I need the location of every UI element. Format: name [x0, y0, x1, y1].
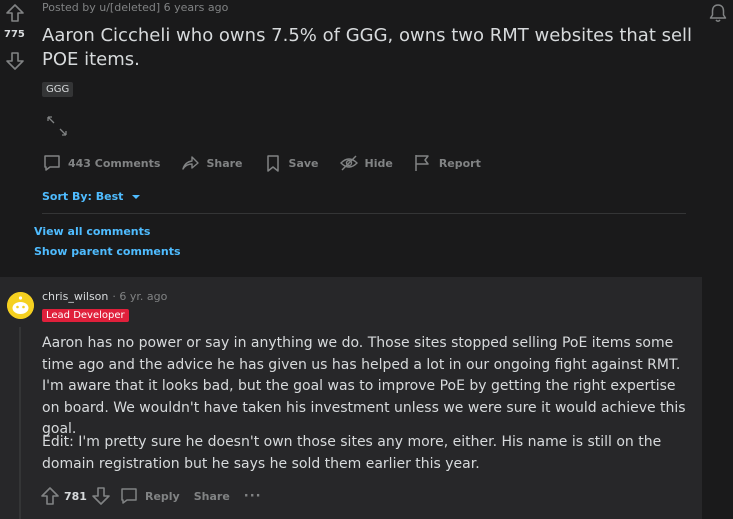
comment-action-bar: 781 Reply Share ···	[40, 486, 262, 506]
comments-label: 443 Comments	[68, 156, 161, 170]
comments-button[interactable]: 443 Comments	[42, 153, 160, 173]
comment-author-row: chris_wilson · 6 yr. ago	[42, 290, 167, 303]
more-options-icon[interactable]: ···	[244, 489, 262, 504]
sort-dropdown[interactable]: Sort By: Best	[42, 190, 141, 203]
comment-paragraph-2: Edit: I'm pretty sure he doesn't own tho…	[42, 434, 662, 472]
reply-button[interactable]: Reply	[119, 486, 180, 506]
flag-icon	[413, 153, 433, 173]
comment-score: 781	[64, 489, 87, 503]
post-title[interactable]: Aaron Ciccheli who owns 7.5% of GGG, own…	[42, 24, 722, 72]
comment-icon	[42, 153, 62, 173]
hide-button[interactable]: Hide	[339, 153, 393, 173]
downvote-icon[interactable]	[5, 51, 25, 71]
save-label: Save	[288, 156, 319, 170]
comment-downvote-icon[interactable]	[91, 486, 111, 506]
bookmark-icon	[263, 153, 283, 173]
sort-label: Sort By: Best	[42, 190, 124, 203]
share-icon	[180, 153, 200, 173]
lead-developer-flair: Lead Developer	[42, 309, 129, 322]
view-all-comments-link[interactable]: View all comments	[34, 225, 150, 238]
comment-username[interactable]: chris_wilson	[42, 290, 108, 303]
avatar[interactable]	[7, 292, 34, 319]
share-label: Share	[206, 156, 243, 170]
divider	[42, 213, 686, 214]
report-button[interactable]: Report	[413, 153, 481, 173]
upvote-icon[interactable]	[5, 3, 25, 23]
caret-down-icon	[131, 193, 141, 201]
bell-icon[interactable]	[707, 2, 729, 24]
report-label: Report	[438, 156, 481, 170]
hide-eye-icon	[339, 153, 359, 173]
expand-icon[interactable]	[46, 115, 68, 137]
post-score: 775	[4, 29, 25, 40]
post-meta: Posted by u/[deleted] 6 years ago	[42, 1, 229, 14]
save-button[interactable]: Save	[263, 153, 319, 173]
comment-paragraph-1: Aaron has no power or say in anything we…	[42, 335, 686, 437]
post-action-bar: 443 Comments Share Save Hide Report	[42, 152, 501, 174]
comment-timestamp: · 6 yr. ago	[112, 290, 168, 303]
share-button[interactable]: Share	[180, 153, 243, 173]
comment-upvote-icon[interactable]	[40, 486, 60, 506]
hide-label: Hide	[364, 156, 393, 170]
show-parent-comments-link[interactable]: Show parent comments	[34, 245, 181, 258]
post-flair[interactable]: GGG	[42, 82, 74, 97]
thread-line[interactable]	[19, 327, 21, 519]
comment-share-button[interactable]: Share	[194, 490, 230, 503]
reply-comment-icon	[119, 486, 139, 506]
reply-label: Reply	[144, 489, 180, 503]
